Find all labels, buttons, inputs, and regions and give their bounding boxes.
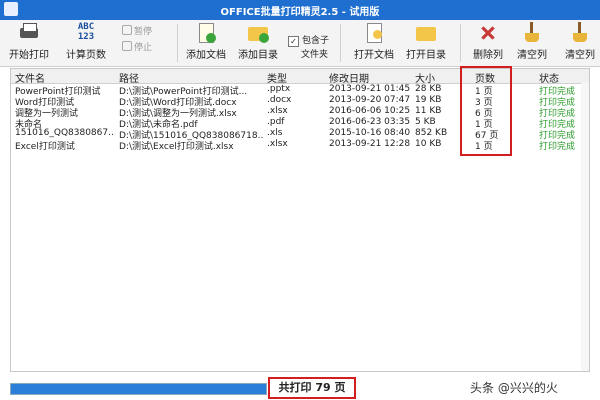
open-doc-label: 打开文档 bbox=[354, 50, 394, 61]
cell-type: .xlsx bbox=[267, 139, 288, 149]
pause-label: 暂停 bbox=[134, 27, 153, 37]
cell-date: 2016-06-06 10:25 bbox=[329, 106, 411, 116]
delete-icon bbox=[477, 22, 499, 44]
status-bar: 共打印 79 页 头条 @兴兴的火 bbox=[0, 375, 600, 400]
cell-date: 2013-09-21 12:28 bbox=[329, 139, 411, 149]
stop-icon bbox=[122, 41, 132, 51]
cell-type: .pptx bbox=[267, 84, 291, 94]
window-title: OFFICE批量打印精灵2.5 - 试用版 bbox=[220, 7, 380, 18]
open-document-icon bbox=[363, 22, 385, 44]
toolbar: 开始打印 ABC123 计算页数 暂停 停止 添加文档 ▼ 添加目录 ✓包含子文… bbox=[0, 20, 600, 84]
vertical-scrollbar[interactable] bbox=[581, 83, 589, 371]
cell-type: .docx bbox=[267, 95, 292, 105]
column-header-name[interactable]: 文件名 bbox=[15, 70, 45, 85]
delete-col-button[interactable]: 删除列 bbox=[468, 22, 508, 64]
add-dir-button[interactable]: 添加目录 bbox=[234, 22, 282, 64]
printer-icon bbox=[18, 22, 40, 44]
total-pages-label: 共打印 79 页 bbox=[268, 377, 356, 399]
progress-fill bbox=[11, 384, 266, 394]
open-dir-label: 打开目录 bbox=[406, 50, 446, 61]
add-document-icon bbox=[195, 22, 217, 44]
include-subdirs-label-1: 包含子 bbox=[302, 36, 330, 46]
column-header-type[interactable]: 类型 bbox=[267, 70, 287, 85]
watermark-text: 头条 @兴兴的火 bbox=[470, 381, 558, 395]
broom-icon bbox=[521, 22, 543, 44]
add-docs-label: 添加文档 bbox=[186, 50, 226, 61]
pages-column-highlight bbox=[460, 66, 512, 156]
column-header-size[interactable]: 大小 bbox=[415, 70, 435, 85]
count-pages-label: 计算页数 bbox=[66, 50, 106, 61]
abc-icon: ABC 123 bbox=[75, 22, 97, 44]
toolbar-separator bbox=[340, 24, 341, 62]
add-docs-button[interactable]: 添加文档 bbox=[182, 22, 230, 64]
column-header-date[interactable]: 修改日期 bbox=[329, 70, 369, 85]
broom-icon bbox=[569, 22, 591, 44]
cell-name: Excel打印测试 bbox=[15, 142, 75, 152]
abc-icon-text: ABC bbox=[77, 22, 95, 32]
toolbar-separator bbox=[460, 24, 461, 62]
cell-date: 2016-06-23 03:35 bbox=[329, 117, 411, 127]
clear-all-label: 清空列 bbox=[565, 50, 595, 61]
cell-date: 2015-10-16 08:40 bbox=[329, 128, 411, 138]
cell-type: .xls bbox=[267, 128, 283, 138]
checkbox-checked-icon: ✓ bbox=[288, 36, 299, 47]
pause-button[interactable]: 暂停 bbox=[122, 24, 152, 37]
pause-icon bbox=[122, 25, 132, 35]
cell-type: .xlsx bbox=[267, 106, 288, 116]
start-print-button[interactable]: 开始打印 bbox=[6, 22, 52, 64]
cell-date: 2013-09-20 07:47 bbox=[329, 95, 411, 105]
clear-list-button[interactable]: 清空列 bbox=[512, 22, 552, 64]
count-pages-button[interactable]: ABC 123 计算页数 bbox=[60, 22, 112, 64]
open-dir-button[interactable]: 打开目录 bbox=[402, 22, 450, 64]
open-doc-button[interactable]: 打开文档 bbox=[350, 22, 398, 64]
delete-col-label: 删除列 bbox=[473, 50, 503, 61]
cell-name: 151016_QQ8380867... bbox=[15, 128, 115, 138]
add-folder-icon bbox=[247, 22, 269, 44]
cell-date: 2013-09-21 01:45 bbox=[329, 84, 411, 94]
cell-status: 打印完成 bbox=[539, 142, 576, 152]
clear-list-label: 清空列 bbox=[517, 50, 547, 61]
open-folder-icon bbox=[415, 22, 437, 44]
start-print-label: 开始打印 bbox=[9, 50, 49, 61]
cell-path: D:\测试\Excel打印测试.xlsx bbox=[119, 142, 234, 152]
include-subdirs-checkbox[interactable]: ✓ 包含子文件夹 bbox=[288, 33, 329, 60]
add-dir-label: 添加目录 bbox=[238, 50, 278, 61]
progress-bar bbox=[10, 383, 267, 395]
stop-label: 停止 bbox=[134, 43, 153, 53]
column-header-path[interactable]: 路径 bbox=[119, 70, 139, 85]
stop-button[interactable]: 停止 bbox=[122, 40, 152, 53]
title-bar: OFFICE批量打印精灵2.5 - 试用版 bbox=[0, 0, 600, 20]
toolbar-separator bbox=[177, 24, 178, 62]
abc-icon-number: 123 bbox=[77, 32, 95, 42]
clear-all-button[interactable]: 清空列 bbox=[560, 22, 600, 64]
column-header-status[interactable]: 状态 bbox=[539, 70, 559, 85]
include-subdirs-label-2: 文件夹 bbox=[301, 50, 329, 60]
cell-type: .pdf bbox=[267, 117, 285, 127]
